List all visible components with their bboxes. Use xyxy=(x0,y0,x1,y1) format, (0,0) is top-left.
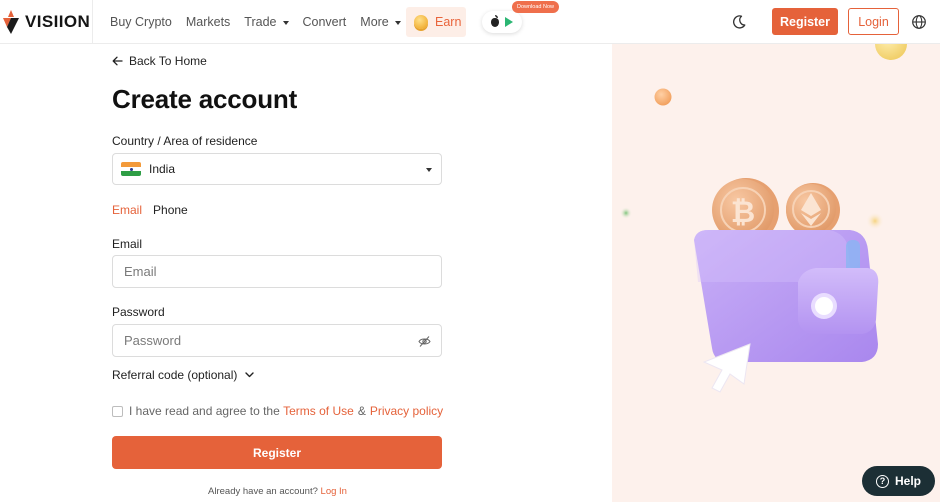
svg-text:₿: ₿ xyxy=(731,195,755,230)
signup-method-tabs: Email Phone xyxy=(112,203,199,217)
country-select[interactable]: India xyxy=(112,153,442,185)
app-download-pill[interactable] xyxy=(482,11,522,33)
nav-trade[interactable]: Trade xyxy=(244,15,289,29)
nav-convert-label: Convert xyxy=(302,15,347,29)
header-divider xyxy=(92,0,93,44)
globe-icon[interactable] xyxy=(911,14,927,30)
gold-coin-top xyxy=(875,44,907,60)
wallet-illustration: ₿ xyxy=(620,44,907,393)
header-register-button[interactable]: Register xyxy=(772,8,838,35)
nav-trade-label: Trade xyxy=(244,15,277,29)
logo-mark-icon xyxy=(3,10,19,34)
illustration-panel: ₿ xyxy=(612,44,940,502)
main-nav: Buy Crypto Markets Trade Convert More xyxy=(110,0,415,44)
already-account-text: Already have an account? xyxy=(208,486,318,497)
brand-name: VISIION xyxy=(25,12,91,31)
tab-phone[interactable]: Phone xyxy=(153,203,188,217)
moon-icon[interactable] xyxy=(731,14,747,30)
email-field[interactable] xyxy=(113,256,441,287)
login-link[interactable]: Log In xyxy=(321,486,347,497)
google-play-icon xyxy=(505,17,513,27)
ethereum-coin xyxy=(786,183,840,237)
earn-label: Earn xyxy=(435,15,462,29)
back-to-home-link[interactable]: Back To Home xyxy=(112,54,207,68)
page-title: Create account xyxy=(112,84,298,114)
privacy-policy-link[interactable]: Privacy policy xyxy=(370,404,443,418)
terms-of-use-link[interactable]: Terms of Use xyxy=(283,404,354,418)
ampersand: & xyxy=(357,404,366,418)
eye-off-icon[interactable] xyxy=(418,335,431,348)
green-blur-dot xyxy=(620,207,632,219)
nav-markets[interactable]: Markets xyxy=(186,15,230,29)
india-flag-icon xyxy=(121,162,141,176)
nav-more-label: More xyxy=(360,15,389,29)
country-value: India xyxy=(149,162,176,176)
password-field[interactable] xyxy=(113,325,441,356)
apple-icon xyxy=(491,14,499,27)
tab-email[interactable]: Email xyxy=(112,203,142,217)
question-icon: ? xyxy=(875,474,889,488)
caret-down-icon xyxy=(394,20,401,25)
terms-checkbox[interactable] xyxy=(112,405,123,417)
country-label: Country / Area of residence xyxy=(112,134,258,148)
coin-icon xyxy=(414,15,428,29)
nav-more[interactable]: More xyxy=(360,15,401,29)
email-field-wrapper xyxy=(112,255,442,288)
purple-wallet xyxy=(694,230,879,362)
orange-ball xyxy=(654,88,672,106)
nav-buy-crypto[interactable]: Buy Crypto xyxy=(110,15,172,29)
already-account-line: Already have an account? Log In xyxy=(0,486,555,497)
password-field-wrapper xyxy=(112,324,442,357)
nav-buy-crypto-label: Buy Crypto xyxy=(110,15,172,29)
download-now-badge: Download Now xyxy=(512,1,559,13)
register-submit-button[interactable]: Register xyxy=(112,436,442,469)
help-button[interactable]: ? Help xyxy=(862,466,935,496)
email-label: Email xyxy=(112,237,143,251)
chevron-down-icon xyxy=(245,372,255,378)
agree-text: I have read and agree to the xyxy=(129,404,280,418)
nav-markets-label: Markets xyxy=(185,15,231,29)
gold-blur-dot xyxy=(866,212,884,230)
caret-down-icon xyxy=(426,168,432,172)
brand-logo[interactable]: VISIION xyxy=(2,10,90,34)
referral-code-toggle[interactable]: Referral code (optional) xyxy=(112,368,255,382)
earn-button[interactable]: Earn xyxy=(406,7,466,37)
header-login-button[interactable]: Login xyxy=(848,8,899,35)
help-label: Help xyxy=(894,474,921,488)
nav-convert[interactable]: Convert xyxy=(303,15,347,29)
caret-down-icon xyxy=(282,20,289,25)
terms-agreement: I have read and agree to the Terms of Us… xyxy=(112,404,443,418)
arrow-left-icon xyxy=(112,56,123,66)
password-label: Password xyxy=(112,305,165,319)
referral-code-label: Referral code (optional) xyxy=(112,368,238,382)
back-to-home-label: Back To Home xyxy=(129,54,207,68)
top-header: VISIION Buy Crypto Markets Trade Convert… xyxy=(0,0,940,44)
